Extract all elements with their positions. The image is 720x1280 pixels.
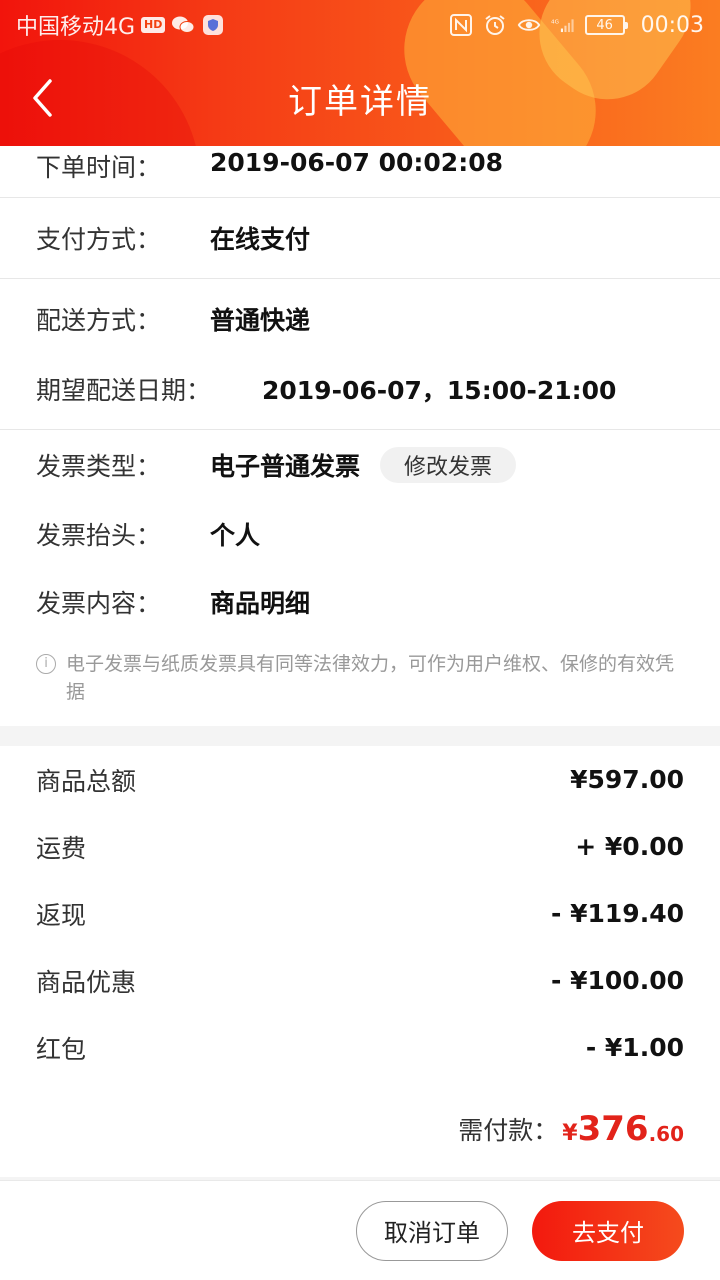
- amount-value: ¥597.00: [570, 765, 684, 794]
- delivery-method-row: 配送方式： 普通快递: [0, 279, 720, 357]
- amount-row-red-packet: 红包 - ¥1.00: [0, 1014, 720, 1081]
- chevron-left-icon: [33, 79, 52, 117]
- invoice-type-value: 电子普通发票: [210, 452, 361, 481]
- amount-row-shipping: 运费 + ¥0.00: [0, 813, 720, 880]
- status-bar: 中国移动4G HD 4G 46 00:03: [0, 0, 720, 50]
- amount-row-subtotal: 商品总额 ¥597.00: [0, 746, 720, 813]
- hd-badge: HD: [141, 17, 166, 33]
- wechat-icon: [171, 13, 195, 37]
- delivery-method-label: 配送方式：: [36, 306, 162, 335]
- invoice-notice-text: 电子发票与纸质发票具有同等法律效力，可作为用户维权、保修的有效凭据: [66, 653, 675, 703]
- invoice-title-row: 发票抬头： 个人: [0, 500, 720, 568]
- total-due: 需付款： ¥ 376 .60: [0, 1081, 720, 1177]
- payment-method-row: 支付方式： 在线支付: [0, 198, 720, 278]
- order-content: 下单时间： 2019-06-07 00:02:08 支付方式： 在线支付 配送方…: [0, 146, 720, 1191]
- order-time-value: 2019-06-07 00:02:08: [210, 148, 503, 177]
- invoice-title-value: 个人: [210, 521, 261, 550]
- back-button[interactable]: [22, 74, 62, 122]
- amount-label: 商品优惠: [36, 967, 137, 997]
- amount-label: 运费: [36, 833, 87, 863]
- invoice-content-row: 发票内容： 商品明细: [0, 568, 720, 636]
- total-label: 需付款：: [458, 1116, 559, 1145]
- amount-row-discount: 商品优惠 - ¥100.00: [0, 947, 720, 1014]
- svg-text:4G: 4G: [551, 20, 559, 26]
- expected-delivery-label: 期望配送日期：: [36, 376, 212, 405]
- delivery-method-value: 普通快递: [210, 306, 311, 335]
- bottom-action-bar: 取消订单 去支付: [0, 1180, 720, 1280]
- total-decimal: .60: [648, 1122, 684, 1146]
- amount-value: - ¥1.00: [585, 1033, 684, 1062]
- amount-label: 返现: [36, 900, 87, 930]
- eye-icon: [517, 13, 541, 37]
- pay-button[interactable]: 去支付: [532, 1200, 684, 1261]
- cancel-order-button[interactable]: 取消订单: [356, 1200, 508, 1261]
- amount-value: - ¥119.40: [551, 899, 684, 928]
- order-detail-page: 中国移动4G HD 4G 46 00:03 订单详情 下单时间： 2019-06…: [0, 0, 720, 1280]
- navbar: 订单详情: [0, 50, 720, 146]
- amount-label: 商品总额: [36, 766, 137, 796]
- expected-delivery-value: 2019-06-07，15:00-21:00: [262, 376, 617, 405]
- invoice-type-label: 发票类型：: [36, 452, 162, 481]
- expected-delivery-row: 期望配送日期： 2019-06-07，15:00-21:00: [0, 357, 720, 429]
- header: 中国移动4G HD 4G 46 00:03 订单详情: [0, 0, 720, 146]
- total-currency: ¥: [562, 1120, 578, 1146]
- info-icon: i: [36, 654, 56, 674]
- carrier-name: 中国移动4G: [16, 15, 136, 40]
- section-gap: [0, 726, 720, 746]
- signal-icon: 4G: [551, 13, 575, 37]
- amount-value: - ¥100.00: [551, 966, 684, 995]
- status-time: 00:03: [640, 12, 704, 38]
- edit-invoice-button[interactable]: 修改发票: [380, 447, 517, 483]
- invoice-content-value: 商品明细: [210, 589, 311, 618]
- payment-method-value: 在线支付: [210, 225, 311, 254]
- order-time-label: 下单时间：: [36, 153, 162, 182]
- total-integer: 376: [577, 1109, 649, 1149]
- page-title: 订单详情: [288, 81, 432, 122]
- amount-list: 商品总额 ¥597.00 运费 + ¥0.00 返现 - ¥119.40 商品优…: [0, 746, 720, 1081]
- invoice-content-label: 发票内容：: [36, 589, 162, 618]
- amount-value: + ¥0.00: [575, 832, 684, 861]
- payment-method-label: 支付方式：: [36, 225, 162, 254]
- invoice-type-row: 发票类型： 电子普通发票 修改发票: [0, 430, 720, 500]
- amount-row-cashback: 返现 - ¥119.40: [0, 880, 720, 947]
- alarm-icon: [483, 13, 507, 37]
- invoice-notice: i 电子发票与纸质发票具有同等法律效力，可作为用户维权、保修的有效凭据: [0, 636, 720, 726]
- battery-indicator: 46: [584, 15, 628, 35]
- amount-label: 红包: [36, 1034, 87, 1064]
- nfc-icon: [449, 13, 473, 37]
- order-time-row: 下单时间： 2019-06-07 00:02:08: [0, 146, 720, 197]
- shield-icon: [201, 13, 225, 37]
- invoice-title-label: 发票抬头：: [36, 521, 162, 550]
